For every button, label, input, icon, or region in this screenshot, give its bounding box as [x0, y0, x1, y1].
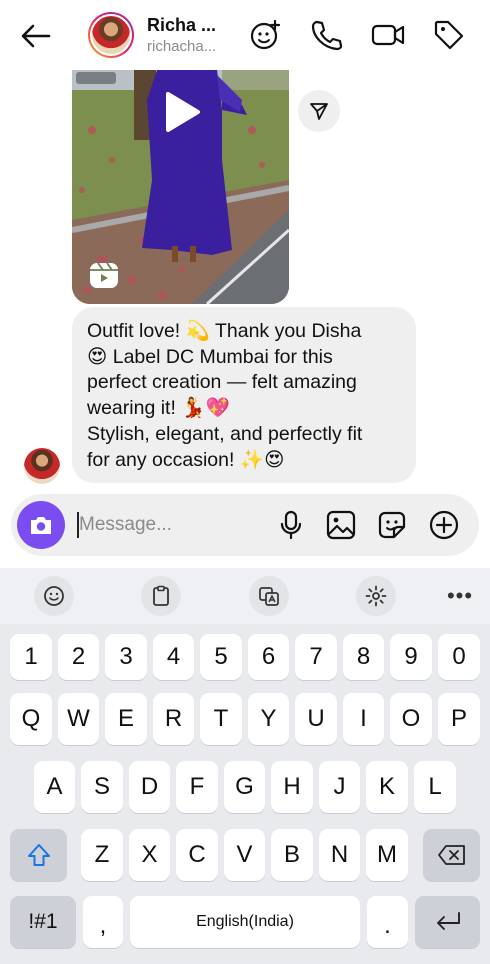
reel-media-card[interactable]	[72, 70, 289, 304]
key-k[interactable]: K	[366, 761, 408, 813]
play-icon[interactable]	[162, 90, 202, 134]
contact-username[interactable]: richacha...	[147, 38, 216, 55]
key-p[interactable]: P	[438, 693, 480, 745]
backspace-key[interactable]	[423, 829, 480, 881]
key-o[interactable]: O	[390, 693, 432, 745]
backspace-icon	[437, 845, 465, 865]
clipboard-icon[interactable]	[141, 576, 181, 616]
translate-icon[interactable]	[249, 576, 289, 616]
settings-icon[interactable]	[356, 576, 396, 616]
key-z[interactable]: Z	[81, 829, 123, 881]
key-6[interactable]: 6	[248, 634, 289, 680]
chat-header: Richa ... richacha...	[0, 0, 490, 70]
key-n[interactable]: N	[319, 829, 360, 881]
enter-key[interactable]	[415, 896, 480, 948]
key-7[interactable]: 7	[295, 634, 337, 680]
key-8[interactable]: 8	[343, 634, 384, 680]
shift-key[interactable]	[10, 829, 67, 881]
symbols-key[interactable]: !#1	[10, 896, 76, 948]
tag-icon[interactable]	[432, 18, 466, 52]
sticker-icon[interactable]	[376, 509, 408, 541]
keyboard: ••• 1 2 3 4 5 6 7 8 9 0 Q W E R T Y U I …	[0, 568, 490, 964]
key-y[interactable]: Y	[248, 693, 289, 745]
key-d[interactable]: D	[129, 761, 170, 813]
add-icon[interactable]	[428, 509, 460, 541]
key-b[interactable]: B	[271, 829, 313, 881]
share-icon[interactable]	[298, 90, 340, 132]
key-t[interactable]: T	[200, 693, 242, 745]
key-h[interactable]: H	[271, 761, 313, 813]
camera-icon[interactable]	[17, 501, 65, 549]
key-a[interactable]: A	[34, 761, 75, 813]
key-m[interactable]: M	[366, 829, 408, 881]
enter-icon	[436, 912, 460, 930]
key-f[interactable]: F	[176, 761, 218, 813]
contact-name[interactable]: Richa ...	[147, 15, 216, 36]
video-icon[interactable]	[370, 18, 405, 52]
key-0[interactable]: 0	[438, 634, 480, 680]
header-avatar[interactable]	[88, 12, 134, 58]
key-v[interactable]: V	[224, 829, 265, 881]
key-9[interactable]: 9	[390, 634, 432, 680]
message-bubble[interactable]: Outfit love! 💫 Thank you Disha 😍 Label D…	[72, 307, 416, 483]
sender-avatar[interactable]	[24, 448, 60, 484]
shift-icon	[27, 844, 50, 866]
key-1[interactable]: 1	[10, 634, 52, 680]
key-s[interactable]: S	[81, 761, 123, 813]
message-line: Outfit love! 💫 Thank you Disha	[87, 320, 362, 342]
comma-key[interactable]: ,	[83, 896, 123, 948]
key-c[interactable]: C	[176, 829, 218, 881]
key-r[interactable]: R	[153, 693, 194, 745]
keyboard-toolbar: •••	[0, 568, 490, 624]
key-j[interactable]: J	[319, 761, 360, 813]
key-i[interactable]: I	[343, 693, 384, 745]
effects-icon[interactable]	[248, 18, 282, 52]
key-e[interactable]: E	[105, 693, 147, 745]
emoji-icon[interactable]	[34, 576, 74, 616]
key-4[interactable]: 4	[153, 634, 194, 680]
message-line: 😍 Label DC Mumbai for this	[87, 345, 333, 368]
period-key[interactable]: .	[367, 896, 408, 948]
key-l[interactable]: L	[414, 761, 456, 813]
gallery-icon[interactable]	[325, 509, 357, 541]
reels-icon	[88, 260, 120, 290]
key-2[interactable]: 2	[58, 634, 99, 680]
space-key[interactable]: English(India)	[130, 896, 360, 948]
message-composer	[11, 494, 479, 556]
message-line: for any occasion! ✨😍	[87, 448, 285, 471]
key-u[interactable]: U	[295, 693, 337, 745]
key-q[interactable]: Q	[10, 693, 52, 745]
message-line: wearing it! 💃💖	[87, 397, 230, 420]
key-3[interactable]: 3	[105, 634, 147, 680]
message-line: Stylish, elegant, and perfectly fit	[87, 422, 363, 445]
key-5[interactable]: 5	[200, 634, 242, 680]
more-options-button[interactable]: •••	[440, 576, 480, 616]
microphone-icon[interactable]	[275, 509, 307, 541]
key-x[interactable]: X	[129, 829, 170, 881]
message-line: perfect creation — felt amazing	[87, 371, 357, 394]
key-w[interactable]: W	[58, 693, 99, 745]
key-g[interactable]: G	[224, 761, 265, 813]
back-arrow-icon[interactable]	[18, 18, 54, 54]
message-input[interactable]	[79, 508, 269, 542]
phone-icon[interactable]	[309, 18, 343, 52]
